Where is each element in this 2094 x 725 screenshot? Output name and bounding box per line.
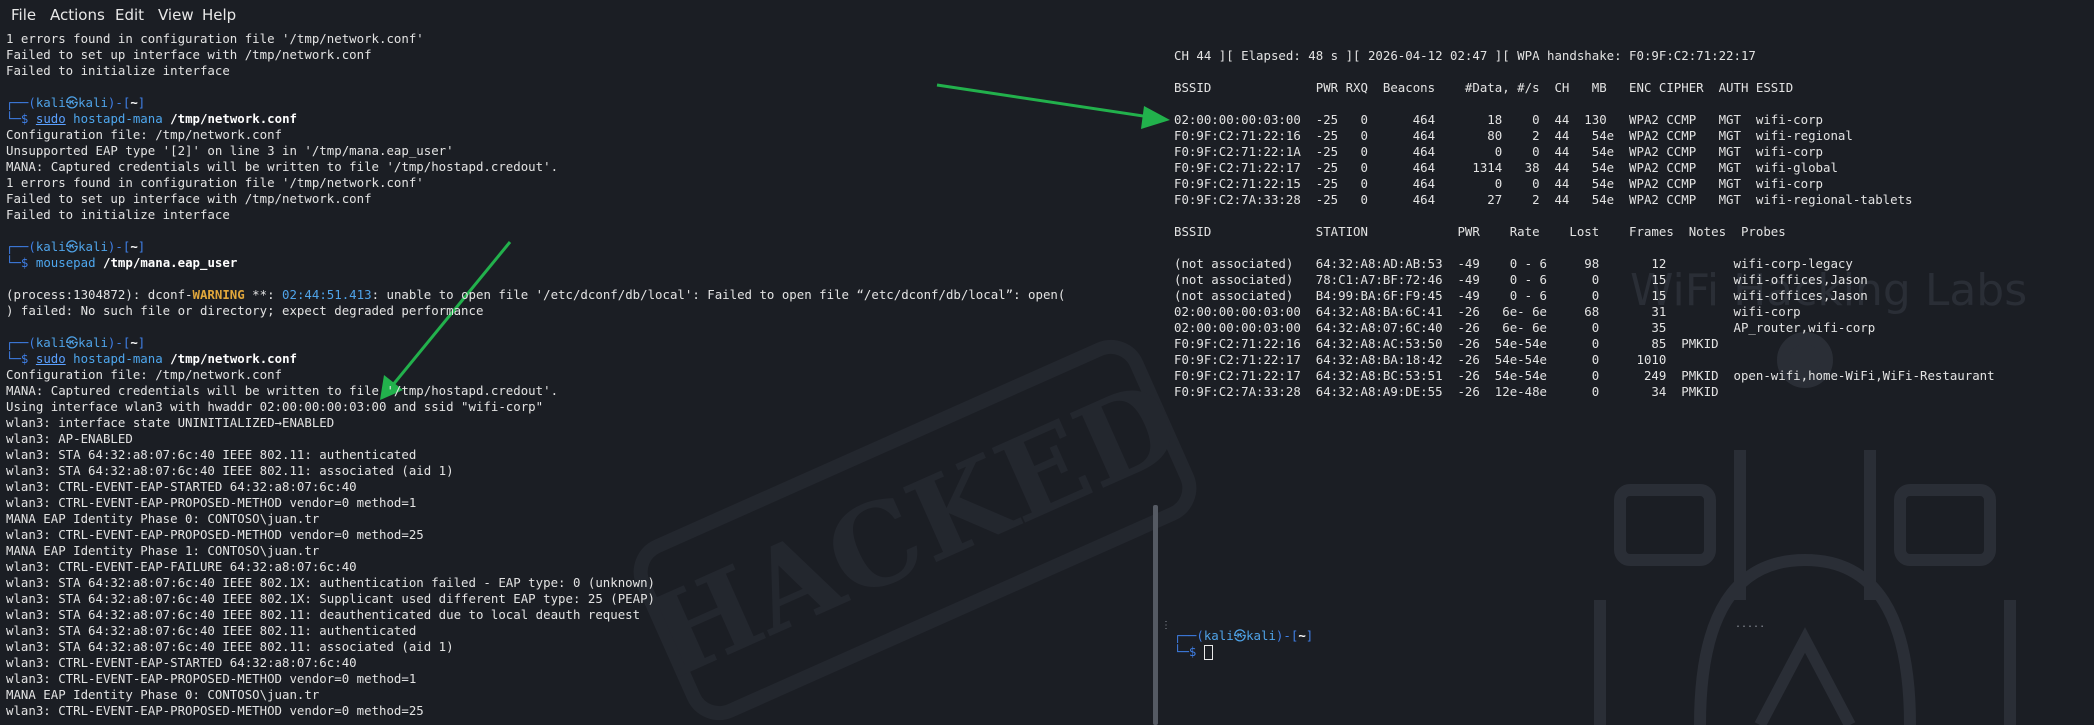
output-line: wlan3: CTRL-EVENT-EAP-PROPOSED-METHOD ve… (6, 495, 417, 510)
station-row: 02:00:00:00:03:00 64:32:A8:07:6C:40 -26 … (1174, 320, 1876, 335)
station-row: (not associated) 78:C1:A7:BF:72:46 -49 0… (1174, 272, 1868, 287)
output-line: Failed to initialize interface (6, 207, 230, 222)
terminal-pane-left[interactable]: 1 errors found in configuration file '/t… (0, 31, 1150, 725)
output-line: Using interface wlan3 with hwaddr 02:00:… (6, 399, 544, 414)
left-pane-scrollbar[interactable] (1153, 505, 1158, 725)
station-row: F0:9F:C2:71:22:16 64:32:A8:AC:53:50 -26 … (1174, 336, 1719, 351)
ap-row: F0:9F:C2:71:22:17 -25 0 464 1314 38 44 5… (1174, 160, 1838, 175)
output-line: Failed to set up interface with /tmp/net… (6, 191, 372, 206)
prompt-line: ┌──(kali㉿kali)-[~] (6, 239, 146, 254)
output-line: wlan3: STA 64:32:a8:07:6c:40 IEEE 802.1X… (6, 591, 656, 606)
station-row: F0:9F:C2:71:22:17 64:32:A8:BA:18:42 -26 … (1174, 352, 1667, 367)
output-line: Configuration file: /tmp/network.conf (6, 367, 283, 382)
menu-view[interactable]: View (158, 6, 194, 24)
terminal-output-left: 1 errors found in configuration file '/t… (6, 31, 1066, 718)
warning-label: WARNING (192, 287, 245, 302)
station-row: (not associated) 64:32:A8:AD:AB:53 -49 0… (1174, 256, 1853, 271)
ap-table-header: BSSID PWR RXQ Beacons #Data, #/s CH MB E… (1174, 80, 1794, 95)
airodump-output: CH 44 ][ Elapsed: 48 s ][ 2026-04-12 02:… (1174, 48, 1995, 400)
menu-bar: File Actions Edit View Help (0, 0, 2094, 31)
output-line: ) failed: No such file or directory; exp… (6, 303, 484, 318)
output-line: Configuration file: /tmp/network.conf (6, 127, 283, 142)
command-name: hostapd-mana (73, 111, 163, 126)
output-line: Failed to set up interface with /tmp/net… (6, 47, 372, 62)
active-prompt[interactable]: ┌──(kali㉿kali)-[~] └─$ (1174, 628, 1313, 660)
command-arg: /tmp/network.conf (170, 351, 297, 366)
menu-help[interactable]: Help (202, 6, 236, 24)
station-row: F0:9F:C2:7A:33:28 64:32:A8:A9:DE:55 -26 … (1174, 384, 1719, 399)
sudo-command: sudo (35, 111, 66, 126)
output-line: wlan3: AP-ENABLED (6, 431, 133, 446)
output-line: Failed to initialize interface (6, 63, 230, 78)
terminal-pane-right[interactable]: CH 44 ][ Elapsed: 48 s ][ 2026-04-12 02:… (1162, 31, 2094, 725)
command-arg: /tmp/network.conf (170, 111, 297, 126)
command-arg: /tmp/mana.eap_user (103, 255, 238, 270)
output-line: 1 errors found in configuration file '/t… (6, 31, 424, 46)
output-line: MANA: Captured credentials will be writt… (6, 383, 559, 398)
output-line: wlan3: CTRL-EVENT-EAP-PROPOSED-METHOD ve… (6, 527, 424, 542)
output-line: wlan3: STA 64:32:a8:07:6c:40 IEEE 802.11… (6, 639, 454, 654)
ap-row: F0:9F:C2:71:22:15 -25 0 464 0 0 44 54e W… (1174, 176, 1824, 191)
output-line: wlan3: STA 64:32:a8:07:6c:40 IEEE 802.11… (6, 463, 454, 478)
output-line: wlan3: STA 64:32:a8:07:6c:40 IEEE 802.11… (6, 447, 417, 462)
menu-edit[interactable]: Edit (115, 6, 144, 24)
menu-actions[interactable]: Actions (50, 6, 105, 24)
prompt-line: ┌──(kali㉿kali)-[~] (6, 95, 146, 110)
output-line: wlan3: STA 64:32:a8:07:6c:40 IEEE 802.1X… (6, 575, 656, 590)
prompt-line: ┌──(kali㉿kali)-[~] (6, 335, 146, 350)
menu-file[interactable]: File (11, 6, 36, 24)
output-line: Unsupported EAP type '[2]' on line 3 in … (6, 143, 454, 158)
ap-row: F0:9F:C2:7A:33:28 -25 0 464 27 2 44 54e … (1174, 192, 1913, 207)
text-cursor (1203, 645, 1213, 660)
command-name: mousepad (35, 255, 96, 270)
airodump-status-line: CH 44 ][ Elapsed: 48 s ][ 2026-04-12 02:… (1174, 48, 1756, 63)
ap-row: 02:00:00:00:03:00 -25 0 464 18 0 44 130 … (1174, 112, 1824, 127)
station-row: (not associated) B4:99:BA:6F:F9:45 -49 0… (1174, 288, 1868, 303)
output-line: MANA: Captured credentials will be writt… (6, 159, 559, 174)
output-line: wlan3: interface state UNINITIALIZED→ENA… (6, 415, 335, 430)
output-line: MANA EAP Identity Phase 0: CONTOSO\juan.… (6, 511, 320, 526)
output-line: 1 errors found in configuration file '/t… (6, 175, 424, 190)
ap-row: F0:9F:C2:71:22:1A -25 0 464 0 0 44 54e W… (1174, 144, 1824, 159)
output-line: MANA EAP Identity Phase 1: CONTOSO\juan.… (6, 543, 320, 558)
output-line: wlan3: CTRL-EVENT-EAP-STARTED 64:32:a8:0… (6, 655, 357, 670)
output-line: wlan3: CTRL-EVENT-EAP-PROPOSED-METHOD ve… (6, 703, 424, 718)
output-line: wlan3: STA 64:32:a8:07:6c:40 IEEE 802.11… (6, 607, 641, 622)
output-line: MANA EAP Identity Phase 0: CONTOSO\juan.… (6, 687, 320, 702)
station-row: 02:00:00:00:03:00 64:32:A8:BA:6C:41 -26 … (1174, 304, 1801, 319)
station-row: F0:9F:C2:71:22:17 64:32:A8:BC:53:51 -26 … (1174, 368, 1995, 383)
sudo-command: sudo (35, 351, 66, 366)
output-line: wlan3: CTRL-EVENT-EAP-PROPOSED-METHOD ve… (6, 671, 417, 686)
output-line: wlan3: CTRL-EVENT-EAP-STARTED 64:32:a8:0… (6, 479, 357, 494)
output-line: wlan3: STA 64:32:a8:07:6c:40 IEEE 802.11… (6, 623, 417, 638)
warning-time: 02:44:51.413 (282, 287, 372, 302)
ap-row: F0:9F:C2:71:22:16 -25 0 464 80 2 44 54e … (1174, 128, 1853, 143)
output-line: wlan3: CTRL-EVENT-EAP-FAILURE 64:32:a8:0… (6, 559, 357, 574)
command-name: hostapd-mana (73, 351, 163, 366)
station-table-header: BSSID STATION PWR Rate Lost Frames Notes… (1174, 224, 1786, 239)
